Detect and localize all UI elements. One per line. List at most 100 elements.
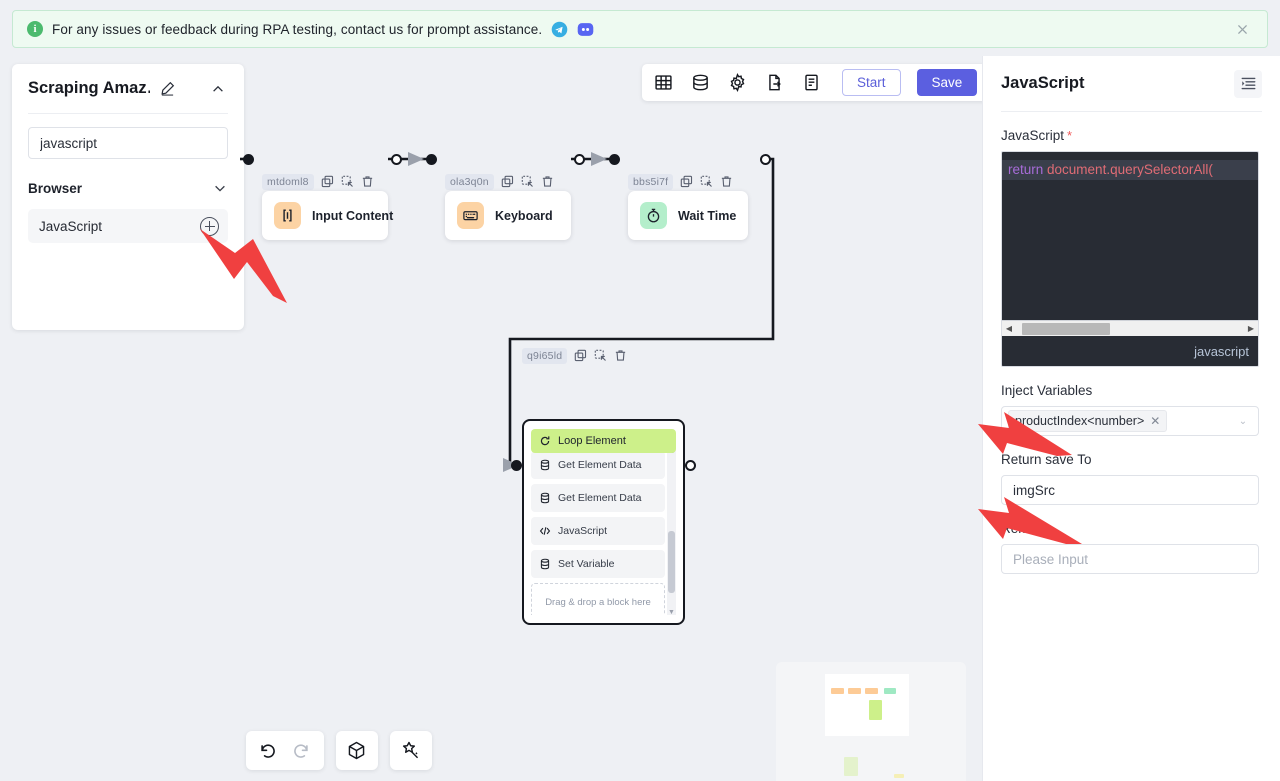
loop-block-label: Get Element Data [558, 459, 642, 471]
node-loop-element-group[interactable]: Get Element Data Get Element Data JavaSc… [522, 419, 685, 625]
scrollbar-track[interactable] [1016, 321, 1244, 336]
node-label: Wait Time [678, 208, 737, 223]
node-header: mtdoml8 [262, 173, 374, 190]
duplicate-select-icon[interactable] [521, 175, 534, 188]
history-controls [246, 731, 324, 770]
loop-element-label: Loop Element [558, 435, 626, 447]
node-header: bbs5i7f [628, 173, 733, 190]
node-header: q9i65ld [522, 347, 627, 364]
loop-block-label: Set Variable [558, 558, 615, 570]
copy-icon[interactable] [321, 175, 334, 188]
loop-block-label: Get Element Data [558, 492, 642, 504]
loop-element-header[interactable]: Loop Element [531, 429, 676, 453]
remark-input[interactable] [1001, 544, 1259, 574]
loop-block-get-element-data[interactable]: Get Element Data [531, 484, 665, 512]
loop-block-javascript[interactable]: JavaScript [531, 517, 665, 545]
variable-tag[interactable]: productIndex<number> ✕ [1008, 410, 1168, 432]
node-port-out[interactable] [760, 154, 771, 165]
scroll-left-icon[interactable]: ◀ [1002, 324, 1016, 333]
loop-scrollbar[interactable]: ▲ ▼ [667, 447, 676, 615]
return-save-to-input[interactable] [1001, 475, 1259, 505]
bottom-toolbar [246, 731, 432, 770]
database-block-icon [540, 558, 550, 570]
copy-icon[interactable] [501, 175, 514, 188]
node-input-content[interactable]: Input Content [262, 191, 393, 240]
loop-inner-blocks: Get Element Data Get Element Data JavaSc… [531, 446, 665, 615]
trash-icon[interactable] [614, 349, 627, 362]
inject-variables-label: Inject Variables [1001, 383, 1093, 398]
duplicate-select-icon[interactable] [594, 349, 607, 362]
node-port-in[interactable] [609, 154, 620, 165]
node-wait-time[interactable]: Wait Time [628, 191, 748, 240]
trash-icon[interactable] [541, 175, 554, 188]
node-port-out[interactable] [391, 154, 402, 165]
code-editor[interactable]: return document.querySelectorAll( ◀ ▶ ja… [1001, 151, 1259, 367]
code-editor-area[interactable]: return document.querySelectorAll( [1002, 152, 1258, 320]
notification-banner: i For any issues or feedback during RPA … [12, 10, 1268, 48]
scrollbar-thumb[interactable] [1022, 323, 1110, 335]
minimap-viewport [825, 674, 909, 736]
loop-icon [540, 436, 550, 446]
trash-icon[interactable] [720, 175, 733, 188]
node-label: Input Content [312, 208, 394, 223]
node-id: ola3q0n [445, 173, 494, 190]
magic-wand-icon[interactable] [400, 740, 422, 762]
code-keyword: return [1008, 162, 1048, 177]
panel-indent-icon[interactable] [1234, 69, 1262, 98]
required-mark: * [1067, 128, 1073, 143]
stopwatch-icon [640, 202, 667, 229]
canvas-minimap[interactable] [776, 662, 966, 781]
variable-tag-label: productIndex<number> [1015, 414, 1145, 428]
loop-dropzone[interactable]: Drag & drop a block here [531, 583, 665, 615]
panel-header: JavaScript [1001, 56, 1262, 112]
rpa-flow-editor: i For any issues or feedback during RPA … [0, 0, 1280, 781]
chevron-down-icon[interactable]: ⌄ [1232, 416, 1254, 427]
loop-block-list[interactable]: Get Element Data Get Element Data JavaSc… [531, 429, 676, 615]
node-keyboard[interactable]: Keyboard [445, 191, 571, 240]
loop-port-out[interactable] [685, 460, 696, 471]
scroll-right-icon[interactable]: ▶ [1244, 324, 1258, 333]
text-cursor-icon [274, 202, 301, 229]
copy-icon[interactable] [574, 349, 587, 362]
redo-icon[interactable] [292, 740, 314, 762]
code-editor-hscrollbar[interactable]: ◀ ▶ [1002, 320, 1258, 336]
trash-icon[interactable] [361, 175, 374, 188]
node-port-out[interactable] [574, 154, 585, 165]
duplicate-select-icon[interactable] [341, 175, 354, 188]
close-icon[interactable]: ✕ [1150, 414, 1160, 428]
package-box-icon[interactable] [346, 740, 368, 762]
database-block-icon [540, 492, 550, 504]
node-id: q9i65ld [522, 347, 568, 364]
code-brackets-icon [539, 527, 551, 535]
flow-canvas[interactable]: mtdoml8 Input Content ola3q0n Keyboard b… [0, 56, 980, 781]
return-save-to-label: Return save To [1001, 452, 1092, 467]
scrollbar-thumb[interactable] [668, 531, 675, 593]
banner-message: For any issues or feedback during RPA te… [52, 21, 543, 37]
package-control [336, 731, 378, 770]
code-line: return document.querySelectorAll( [1002, 160, 1258, 180]
loop-port-in[interactable] [511, 460, 522, 471]
inject-variables-select[interactable]: productIndex<number> ✕ ⌄ [1001, 406, 1259, 436]
banner-close-button[interactable] [1229, 16, 1255, 42]
node-id: mtdoml8 [262, 173, 314, 190]
loop-block-get-element-data[interactable]: Get Element Data [531, 451, 665, 479]
node-port-in[interactable] [426, 154, 437, 165]
keyboard-icon [457, 202, 484, 229]
loop-block-set-variable[interactable]: Set Variable [531, 550, 665, 578]
editor-language-label: javascript [1002, 336, 1258, 366]
node-label: Keyboard [495, 208, 553, 223]
database-block-icon [540, 459, 550, 471]
copy-icon[interactable] [680, 175, 693, 188]
telegram-icon[interactable] [551, 21, 568, 38]
properties-panel: JavaScript JavaScript * return document.… [982, 56, 1280, 781]
scroll-down-icon[interactable]: ▼ [667, 608, 676, 615]
code-expression: document.querySelectorAll( [1047, 162, 1213, 177]
node-id: bbs5i7f [628, 173, 674, 190]
discord-icon[interactable] [577, 21, 594, 38]
duplicate-select-icon[interactable] [700, 175, 713, 188]
node-header: ola3q0n [445, 173, 554, 190]
code-field-label: JavaScript * [1001, 128, 1262, 143]
node-port-in[interactable] [243, 154, 254, 165]
undo-icon[interactable] [256, 740, 278, 762]
panel-title: JavaScript [1001, 74, 1085, 92]
